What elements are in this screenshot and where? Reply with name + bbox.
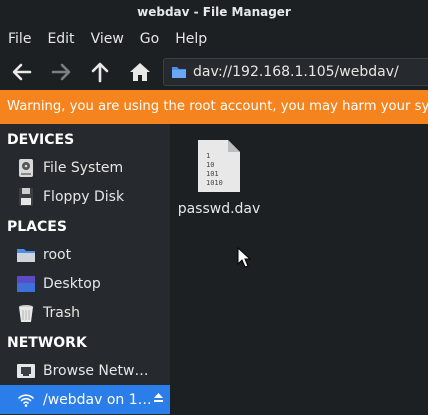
- sidebar-item-label: /webdav on 1…: [43, 391, 152, 408]
- location-bar[interactable]: dav://192.168.1.105/webdav/: [163, 58, 428, 86]
- sidebar-item-floppy-disk[interactable]: Floppy Disk: [0, 182, 170, 211]
- sidebar-item-label: Browse Netw…: [43, 362, 149, 379]
- folder-icon: [172, 67, 186, 78]
- binary-file-icon: 1 10 101 1010: [198, 140, 240, 192]
- trash-icon: [16, 303, 36, 323]
- eject-icon[interactable]: [154, 393, 163, 403]
- sidebar-item-browse-network[interactable]: Browse Netw…: [0, 356, 170, 385]
- section-header-network: NETWORK: [7, 335, 87, 351]
- sidebar-item-file-system[interactable]: File System: [0, 153, 170, 182]
- folder-icon: [16, 245, 36, 265]
- wifi-icon: [16, 390, 36, 410]
- window-title: webdav - File Manager: [0, 0, 428, 24]
- harddisk-icon: [16, 158, 36, 178]
- forward-button[interactable]: [47, 58, 75, 86]
- sidebar-item-desktop[interactable]: Desktop: [0, 269, 170, 298]
- section-header-places: PLACES: [7, 219, 67, 235]
- location-text: dav://192.168.1.105/webdav/: [193, 64, 399, 80]
- menu-view[interactable]: View: [83, 24, 132, 54]
- desktop-icon: [16, 274, 36, 294]
- section-header-devices: DEVICES: [7, 132, 75, 148]
- sidebar-item-webdav[interactable]: /webdav on 1…: [0, 385, 170, 414]
- sidebar-item-label: root: [43, 246, 72, 263]
- toolbar: dav://192.168.1.105/webdav/: [0, 54, 428, 90]
- svg-text:101: 101: [206, 170, 219, 178]
- home-icon: [130, 63, 150, 81]
- arrow-up-icon: [91, 62, 109, 83]
- back-button[interactable]: [8, 58, 36, 86]
- arrow-left-icon: [12, 63, 32, 81]
- svg-text:10: 10: [206, 161, 214, 169]
- floppy-icon: [16, 187, 36, 207]
- menu-edit[interactable]: Edit: [39, 24, 82, 54]
- menu-file[interactable]: File: [0, 24, 39, 54]
- menubar: File Edit View Go Help: [0, 24, 428, 54]
- sidebar: DEVICES File System Floppy Disk PLACES r…: [0, 124, 170, 415]
- root-warning-banner: Warning, you are using the root account,…: [0, 90, 428, 124]
- menu-help[interactable]: Help: [167, 24, 215, 54]
- up-button[interactable]: [86, 58, 114, 86]
- sidebar-item-trash[interactable]: Trash: [0, 298, 170, 327]
- mouse-cursor-icon: [237, 247, 251, 268]
- svg-text:1: 1: [206, 152, 210, 160]
- file-name: passwd.dav: [177, 201, 261, 217]
- sidebar-item-label: Floppy Disk: [43, 188, 125, 205]
- file-view[interactable]: 1 10 101 1010 passwd.dav: [170, 124, 428, 415]
- svg-text:1010: 1010: [206, 179, 223, 187]
- home-button[interactable]: [126, 58, 154, 86]
- network-icon: [16, 361, 36, 381]
- file-item-passwd-dav[interactable]: 1 10 101 1010 passwd.dav: [176, 134, 262, 224]
- arrow-right-icon: [51, 63, 71, 81]
- sidebar-item-label: Desktop: [43, 275, 101, 292]
- sidebar-item-root[interactable]: root: [0, 240, 170, 269]
- sidebar-item-label: Trash: [43, 304, 80, 321]
- menu-go[interactable]: Go: [132, 24, 167, 54]
- sidebar-item-label: File System: [43, 159, 124, 176]
